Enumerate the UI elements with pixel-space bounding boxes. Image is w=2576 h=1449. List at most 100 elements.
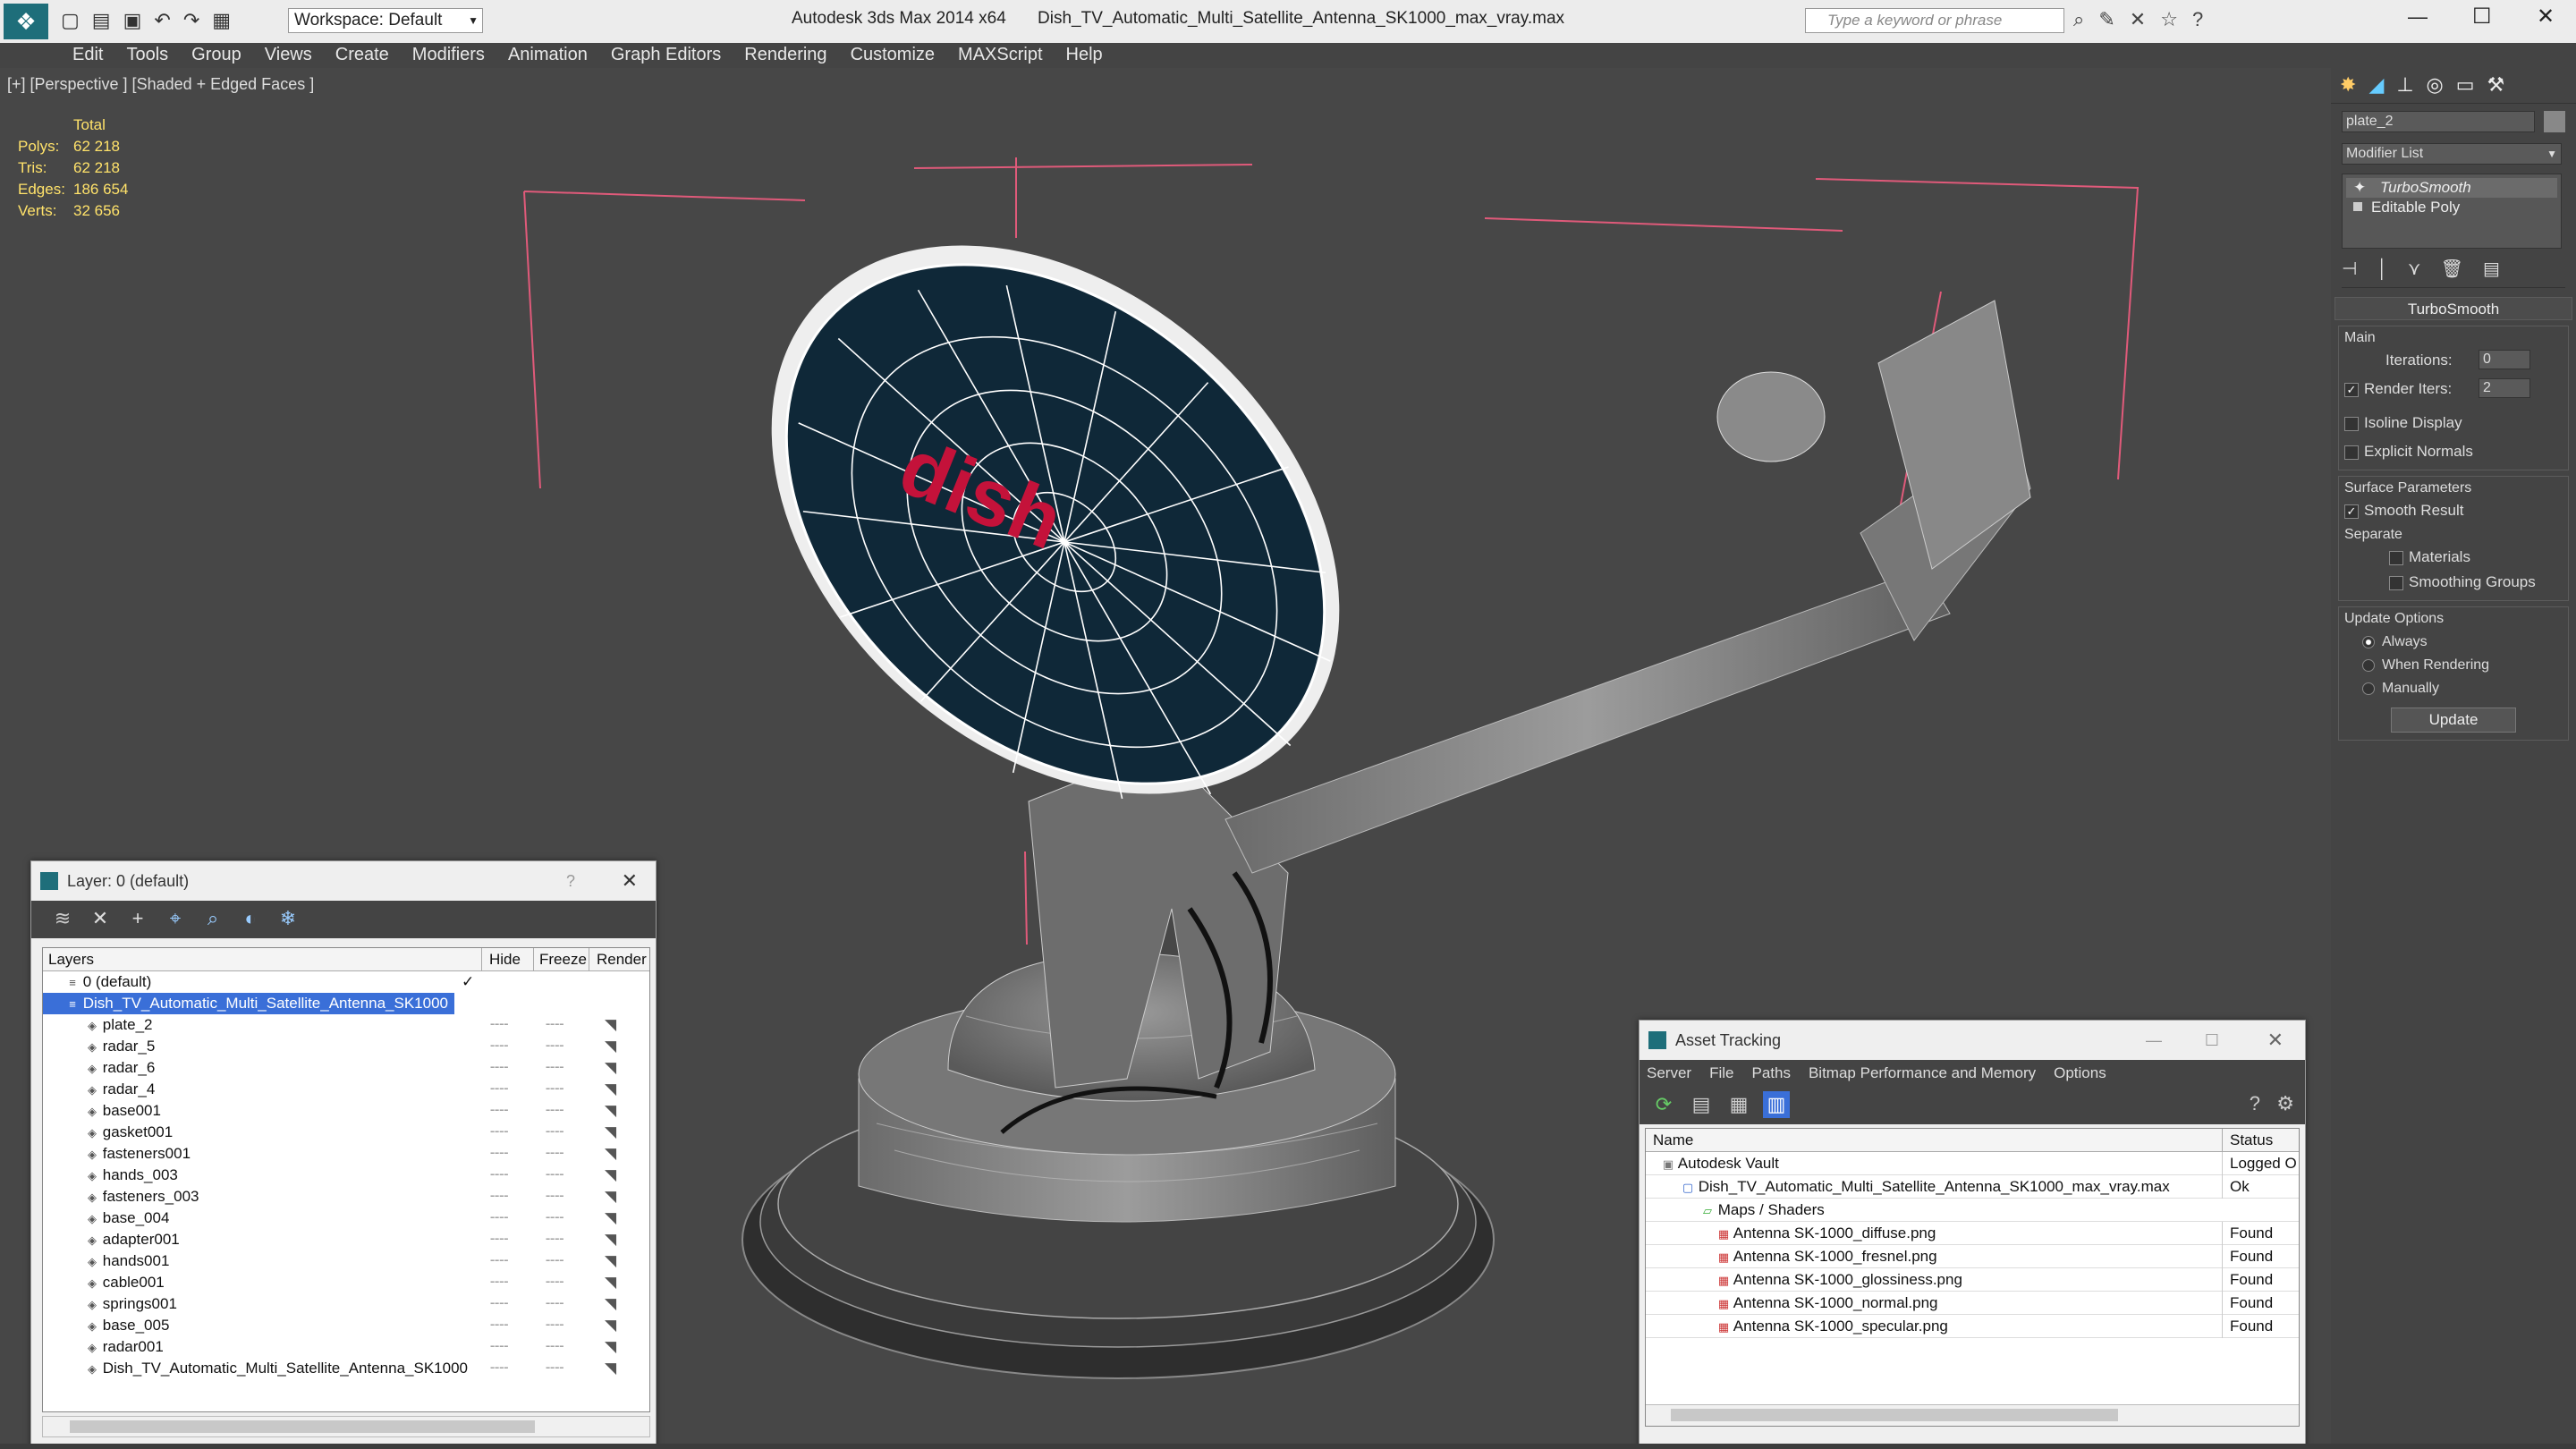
render-toggle-icon[interactable]: ◥ — [605, 1336, 616, 1358]
freeze-toggle-icon[interactable]: ╌╌ — [546, 1165, 564, 1186]
freeze-toggle-icon[interactable]: ╌╌ — [546, 1293, 564, 1315]
freeze-toggle-icon[interactable]: ╌╌ — [546, 1122, 564, 1143]
help-icon[interactable]: ? — [2192, 8, 2217, 30]
lightbulb-icon[interactable]: ✦ — [2353, 178, 2366, 198]
hide-toggle-icon[interactable]: ╌╌ — [490, 1100, 508, 1122]
menu-animation[interactable]: Animation — [496, 43, 599, 66]
layer-row-default[interactable]: ≡ 0 (default) ✓ — [43, 971, 649, 993]
render-toggle-icon[interactable]: ◥ — [605, 1014, 616, 1036]
hide-toggle-icon[interactable]: ╌╌ — [490, 1165, 508, 1186]
render-toggle-icon[interactable]: ◥ — [605, 1272, 616, 1293]
freeze-all-icon[interactable]: ❄ — [275, 905, 301, 932]
smooth-result-checkbox[interactable]: ✓ — [2344, 504, 2359, 519]
display-tab-icon[interactable]: ▭ — [2456, 73, 2487, 96]
hide-toggle-icon[interactable]: ╌╌ — [490, 1014, 508, 1036]
layer-object-row[interactable]: ◈ plate_2 ╌╌ ╌╌ ◥ — [43, 1014, 649, 1036]
layer-object-row[interactable]: ◈ springs001 ╌╌ ╌╌ ◥ — [43, 1293, 649, 1315]
render-toggle-icon[interactable]: ◥ — [605, 1100, 616, 1122]
freeze-toggle-icon[interactable]: ╌╌ — [546, 1272, 564, 1293]
freeze-toggle-icon[interactable]: ╌╌ — [546, 1014, 564, 1036]
when-rendering-option[interactable]: When Rendering — [2344, 654, 2563, 677]
explicit-normals-row[interactable]: Explicit Normals — [2344, 441, 2563, 462]
add-to-layer-icon[interactable]: + — [124, 905, 151, 932]
menu-create[interactable]: Create — [324, 43, 401, 66]
col-hide[interactable]: Hide — [481, 948, 521, 971]
freeze-toggle-icon[interactable]: ╌╌ — [546, 1100, 564, 1122]
asset-row[interactable]: ▦ Antenna SK-1000_normal.png Found — [1646, 1292, 2299, 1315]
explicit-normals-checkbox[interactable] — [2344, 445, 2359, 460]
isoline-row[interactable]: Isoline Display — [2344, 412, 2563, 434]
layer-object-row[interactable]: ◈ gasket001 ╌╌ ╌╌ ◥ — [43, 1122, 649, 1143]
freeze-toggle-icon[interactable]: ╌╌ — [546, 1057, 564, 1079]
asset-row[interactable]: ▦ Antenna SK-1000_fresnel.png Found — [1646, 1245, 2299, 1268]
freeze-toggle-icon[interactable]: ╌╌ — [546, 1336, 564, 1358]
hide-toggle-icon[interactable]: ╌╌ — [490, 1057, 508, 1079]
active-layer-check-icon[interactable]: ✓ — [462, 971, 474, 993]
asset-row[interactable]: ▦ Antenna SK-1000_glossiness.png Found — [1646, 1268, 2299, 1292]
maximize-button[interactable]: ☐ — [2472, 4, 2492, 30]
new-file-icon[interactable]: ▢ — [61, 9, 92, 31]
workspace-dropdown[interactable]: Workspace: Default ▼ — [288, 8, 483, 33]
col-name[interactable]: Name — [1653, 1129, 1693, 1152]
render-toggle-icon[interactable]: ◥ — [605, 1079, 616, 1100]
remove-modifier-icon[interactable]: 🗑 — [2441, 259, 2483, 279]
layer-object-row[interactable]: ◈ Dish_TV_Automatic_Multi_Satellite_Ante… — [43, 1358, 649, 1379]
asset-horizontal-scrollbar[interactable] — [1646, 1404, 2299, 1426]
communication-icon[interactable]: ✎ — [2098, 8, 2129, 30]
smoothing-groups-row[interactable]: Smoothing Groups — [2344, 572, 2563, 593]
manually-option[interactable]: Manually — [2344, 677, 2563, 700]
modify-tab-icon[interactable]: ◢ — [2368, 73, 2396, 96]
render-toggle-icon[interactable]: ◥ — [605, 1208, 616, 1229]
render-toggle-icon[interactable]: ◥ — [605, 1122, 616, 1143]
save-icon[interactable]: ▣ — [123, 9, 155, 31]
when-rendering-radio[interactable] — [2362, 658, 2375, 672]
layer-object-row[interactable]: ◈ radar_6 ╌╌ ╌╌ ◥ — [43, 1057, 649, 1079]
minimize-button[interactable]: — — [2408, 5, 2428, 29]
asset-row[interactable]: ▱ Maps / Shaders — [1646, 1199, 2299, 1222]
freeze-toggle-icon[interactable]: ╌╌ — [546, 1358, 564, 1379]
asset-menu-file[interactable]: File — [1709, 1064, 1733, 1081]
render-iters-checkbox[interactable]: ✓ — [2344, 382, 2359, 397]
hide-toggle-icon[interactable]: ╌╌ — [490, 1036, 508, 1057]
delete-layer-icon[interactable]: ✕ — [87, 905, 114, 932]
layer-object-row[interactable]: ◈ radar_4 ╌╌ ╌╌ ◥ — [43, 1079, 649, 1100]
menu-maxscript[interactable]: MAXScript — [946, 43, 1054, 66]
col-freeze[interactable]: Freeze — [533, 948, 587, 971]
help-icon[interactable]: ? — [566, 861, 575, 901]
render-iters-spinner[interactable]: 2 — [2479, 378, 2530, 398]
maximize-icon[interactable]: ☐ — [2205, 1021, 2219, 1060]
render-toggle-icon[interactable]: ◥ — [605, 1358, 616, 1379]
hide-toggle-icon[interactable]: ╌╌ — [490, 1122, 508, 1143]
modifier-list-dropdown[interactable]: Modifier List ▼ — [2342, 143, 2562, 165]
layer-horizontal-scrollbar[interactable] — [42, 1416, 650, 1437]
layer-row-selected[interactable]: ≡ Dish_TV_Automatic_Multi_Satellite_Ante… — [43, 993, 454, 1014]
render-toggle-icon[interactable]: ◥ — [605, 1143, 616, 1165]
motion-tab-icon[interactable]: ◎ — [2427, 73, 2456, 96]
render-toggle-icon[interactable]: ◥ — [605, 1293, 616, 1315]
menu-tools[interactable]: Tools — [114, 43, 180, 66]
layer-object-row[interactable]: ◈ base001 ╌╌ ╌╌ ◥ — [43, 1100, 649, 1122]
layer-object-row[interactable]: ◈ hands_003 ╌╌ ╌╌ ◥ — [43, 1165, 649, 1186]
highlight-layer-icon[interactable]: ⌕ — [199, 905, 226, 932]
menu-help[interactable]: Help — [1055, 43, 1114, 66]
object-name-field[interactable]: plate_2 — [2342, 111, 2535, 132]
redo-icon[interactable]: ↷ — [183, 9, 212, 31]
open-file-icon[interactable]: ▤ — [92, 9, 123, 31]
table-view-icon[interactable]: ▥ — [1763, 1091, 1790, 1118]
render-toggle-icon[interactable]: ◥ — [605, 1186, 616, 1208]
asset-row[interactable]: ▦ Antenna SK-1000_specular.png Found — [1646, 1315, 2299, 1338]
hide-toggle-icon[interactable]: ╌╌ — [490, 1272, 508, 1293]
project-icon[interactable]: ▦ — [212, 9, 243, 31]
materials-row[interactable]: Materials — [2344, 547, 2563, 568]
close-icon[interactable]: ✕ — [622, 861, 638, 901]
smoothing-groups-checkbox[interactable] — [2389, 575, 2403, 590]
col-render[interactable]: Render — [589, 948, 647, 971]
smooth-result-row[interactable]: ✓ Smooth Result — [2344, 500, 2563, 521]
show-end-result-icon[interactable]: │ — [2377, 259, 2408, 279]
search-box[interactable]: Type a keyword or phrase — [1805, 8, 2064, 33]
asset-menu-options[interactable]: Options — [2054, 1064, 2106, 1081]
freeze-toggle-icon[interactable]: ╌╌ — [546, 1208, 564, 1229]
asset-row[interactable]: ▣ Autodesk Vault Logged O — [1646, 1152, 2299, 1175]
always-option[interactable]: Always — [2344, 631, 2563, 654]
stack-item-turbosmooth[interactable]: ✦ TurboSmooth — [2346, 178, 2557, 198]
